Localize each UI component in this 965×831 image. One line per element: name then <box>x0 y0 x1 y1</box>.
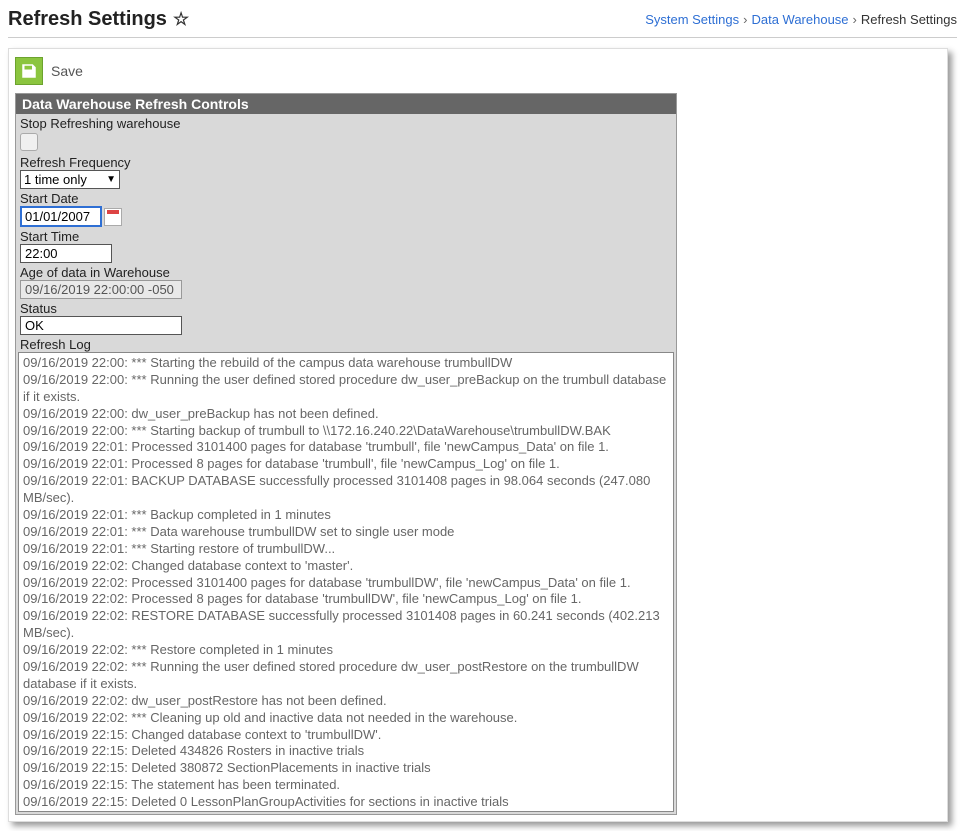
log-line: 09/16/2019 22:02: Changed database conte… <box>23 558 669 575</box>
log-line: 09/16/2019 22:02: *** Running the user d… <box>23 659 669 693</box>
breadcrumb: System Settings › Data Warehouse › Refre… <box>645 12 957 27</box>
log-line: 09/16/2019 22:01: Processed 3101400 page… <box>23 439 669 456</box>
log-line: 09/16/2019 22:00: *** Running the user d… <box>23 372 669 406</box>
log-line: 09/16/2019 22:15: Deleted 0 LessonPlanGr… <box>23 794 669 811</box>
chevron-right-icon: › <box>743 12 747 27</box>
frequency-select[interactable]: 1 time only ▼ <box>20 170 120 189</box>
start-time-label: Start Time <box>20 227 672 244</box>
log-line: 09/16/2019 22:00: *** Starting the rebui… <box>23 355 669 372</box>
breadcrumb-data-warehouse[interactable]: Data Warehouse <box>751 12 848 27</box>
log-line: 09/16/2019 22:00: *** Starting backup of… <box>23 423 669 440</box>
log-line: 09/16/2019 22:15: Changed database conte… <box>23 727 669 744</box>
log-line: 09/16/2019 22:02: RESTORE DATABASE succe… <box>23 608 669 642</box>
frequency-value: 1 time only <box>24 172 87 187</box>
page-title-row: Refresh Settings ☆ <box>8 8 189 31</box>
status-value[interactable] <box>20 316 182 335</box>
age-value <box>20 280 182 299</box>
log-line: 09/16/2019 22:15: The statement has been… <box>23 777 669 794</box>
refresh-log-label: Refresh Log <box>20 335 672 352</box>
log-line: 09/16/2019 22:02: *** Restore completed … <box>23 642 669 659</box>
log-line: 09/16/2019 22:15: Deleted 434826 Rosters… <box>23 743 669 760</box>
stop-refresh-label: Stop Refreshing warehouse <box>20 114 672 131</box>
start-date-input[interactable] <box>20 206 102 227</box>
log-line: 09/16/2019 22:02: *** Cleaning up old an… <box>23 710 669 727</box>
frequency-label: Refresh Frequency <box>20 153 672 170</box>
log-line: 09/16/2019 22:02: dw_user_postRestore ha… <box>23 693 669 710</box>
log-line: 09/16/2019 22:00: dw_user_preBackup has … <box>23 406 669 423</box>
log-line: 09/16/2019 22:15: Deleted 0 LessonPlanAc… <box>23 811 669 812</box>
log-line: 09/16/2019 22:01: BACKUP DATABASE succes… <box>23 473 669 507</box>
log-line: 09/16/2019 22:02: Processed 3101400 page… <box>23 575 669 592</box>
panel-header: Data Warehouse Refresh Controls <box>16 94 676 114</box>
favorite-star-icon[interactable]: ☆ <box>173 9 189 30</box>
calendar-icon[interactable] <box>104 208 122 226</box>
chevron-right-icon: › <box>853 12 857 27</box>
age-label: Age of data in Warehouse <box>20 263 672 280</box>
page-title: Refresh Settings <box>8 8 167 31</box>
status-label: Status <box>20 299 672 316</box>
log-line: 09/16/2019 22:01: Processed 8 pages for … <box>23 456 669 473</box>
log-line: 09/16/2019 22:02: Processed 8 pages for … <box>23 591 669 608</box>
log-line: 09/16/2019 22:01: *** Data warehouse tru… <box>23 524 669 541</box>
refresh-log-textarea[interactable]: 09/16/2019 22:00: *** Starting the rebui… <box>18 352 674 812</box>
start-time-input[interactable] <box>20 244 112 263</box>
save-button[interactable] <box>15 57 43 85</box>
log-line: 09/16/2019 22:15: Deleted 380872 Section… <box>23 760 669 777</box>
controls-container: Data Warehouse Refresh Controls Stop Ref… <box>15 93 677 815</box>
chevron-down-icon: ▼ <box>106 174 116 185</box>
breadcrumb-current: Refresh Settings <box>861 12 957 27</box>
start-date-label: Start Date <box>20 189 672 206</box>
stop-refresh-checkbox[interactable] <box>20 133 38 151</box>
save-icon <box>20 62 38 80</box>
main-panel: Save Data Warehouse Refresh Controls Sto… <box>8 48 948 822</box>
breadcrumb-system-settings[interactable]: System Settings <box>645 12 739 27</box>
save-label: Save <box>51 63 83 79</box>
log-line: 09/16/2019 22:01: *** Backup completed i… <box>23 507 669 524</box>
log-line: 09/16/2019 22:01: *** Starting restore o… <box>23 541 669 558</box>
